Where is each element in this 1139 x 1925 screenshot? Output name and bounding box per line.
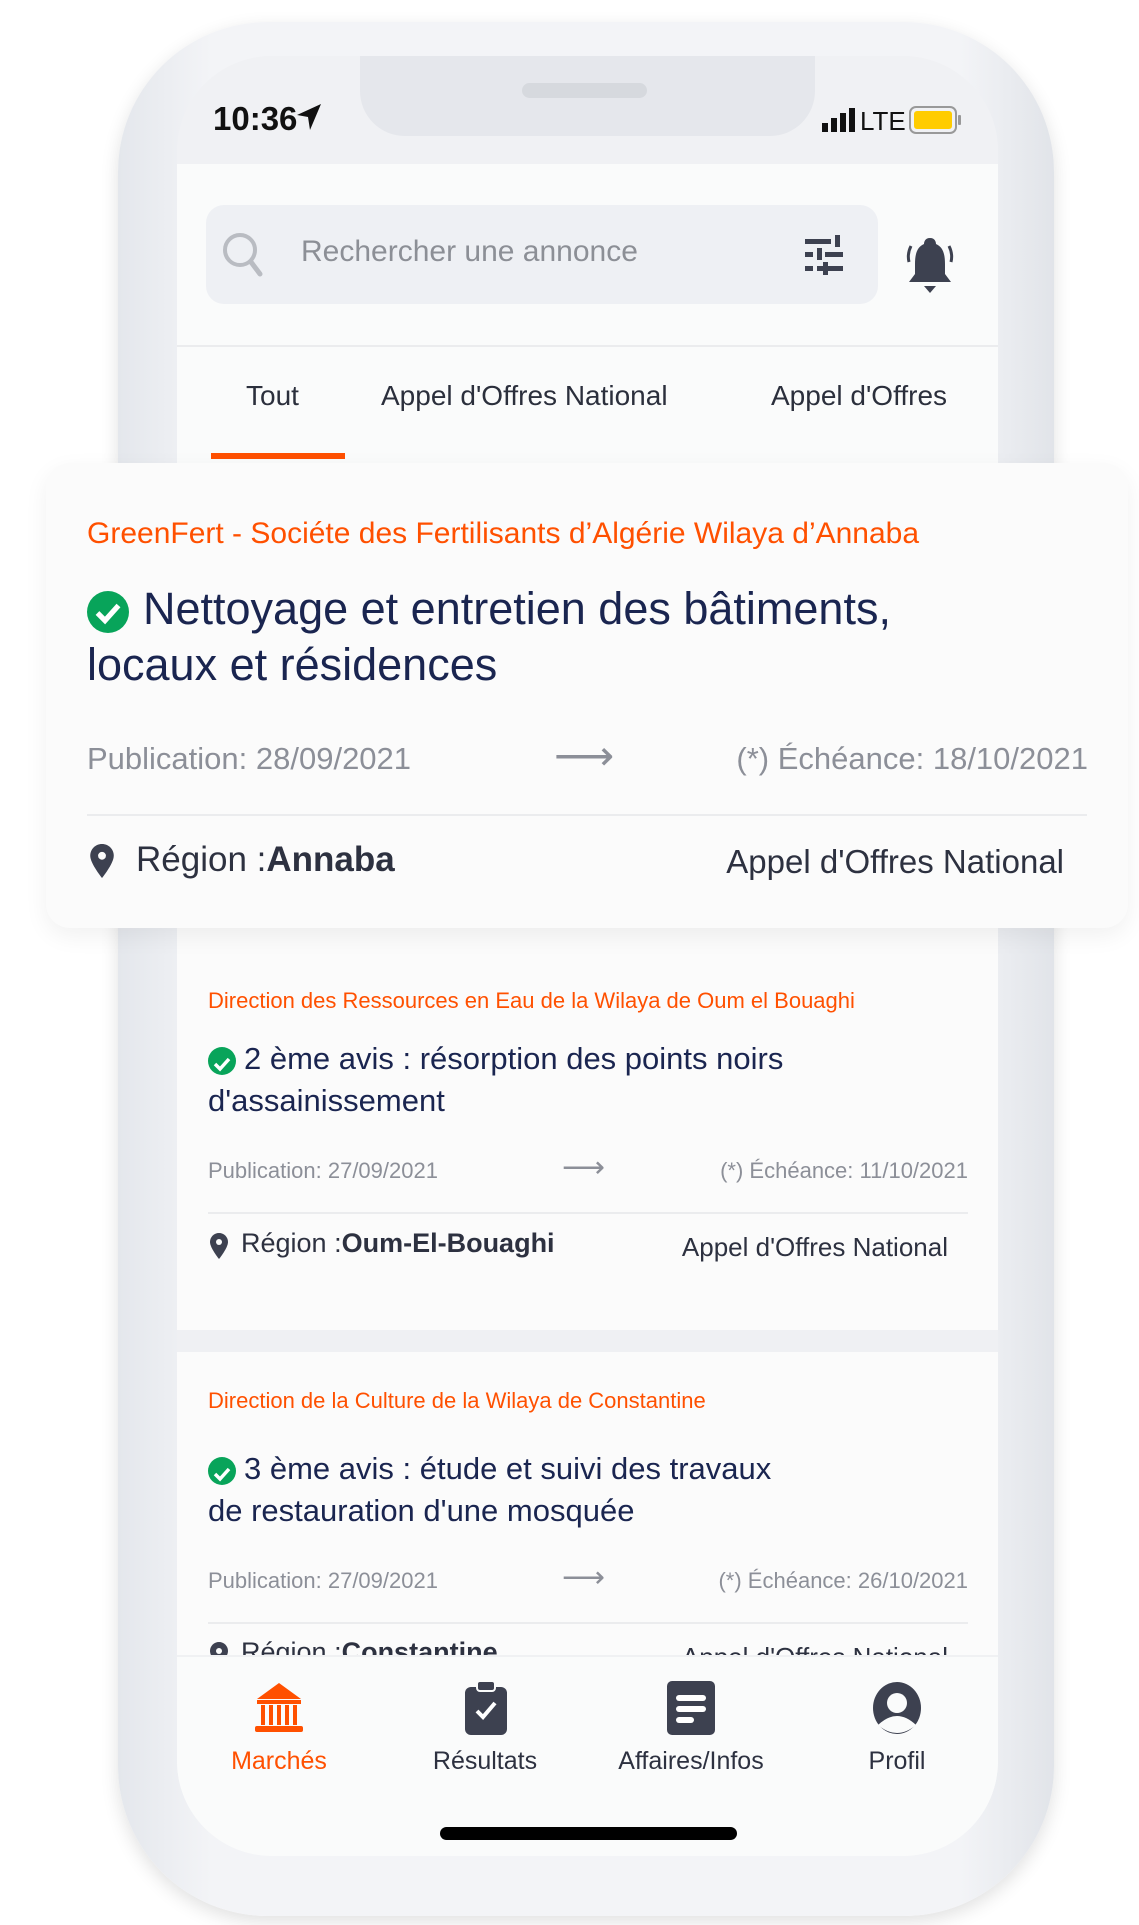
location-pin-icon: [210, 1233, 228, 1259]
phone-speaker: [522, 83, 647, 98]
listing-region: Région :Annaba: [136, 840, 395, 879]
phone-screen: 10:36 LTE Rechercher une annonce Tout Ap…: [177, 56, 998, 1856]
search-icon: [223, 233, 263, 277]
arrow-right-icon: ⟶: [554, 732, 615, 779]
status-time: 10:36: [213, 100, 298, 137]
listing-org: Direction des Ressources en Eau de la Wi…: [208, 988, 855, 1013]
listing-title: 3 ème avis : étude et suivi des travaux d…: [208, 1451, 772, 1528]
listing-title: Nettoyage et entretien des bâtiments, loc…: [87, 583, 891, 690]
search-placeholder: Rechercher une annonce: [301, 235, 638, 268]
nav-label: Marchés: [231, 1747, 327, 1775]
deadline-date: (*) Échéance: 26/10/2021: [718, 1568, 968, 1593]
filter-icon[interactable]: [805, 235, 843, 275]
user-icon: [873, 1682, 921, 1734]
nav-label: Profil: [868, 1747, 926, 1775]
nav-affaires-infos[interactable]: Affaires/Infos: [591, 1677, 791, 1787]
listing-card[interactable]: Direction des Ressources en Eau de la Wi…: [177, 928, 998, 1330]
verified-check-icon: [208, 1456, 236, 1485]
card-separator: [177, 1330, 998, 1352]
bottom-nav: Marchés Résultats Affaires/Infos Profil: [177, 1655, 998, 1856]
listing-org: Direction de la Culture de la Wilaya de …: [208, 1388, 706, 1413]
header-divider: [177, 345, 998, 347]
nav-marches[interactable]: Marchés: [179, 1677, 379, 1787]
arrow-right-icon: ⟶: [562, 1151, 606, 1184]
active-tab-indicator: [211, 453, 345, 459]
clipboard-check-icon: [465, 1681, 507, 1735]
publication-date: Publication: 28/09/2021: [87, 741, 412, 776]
deadline-date: (*) Échéance: 11/10/2021: [720, 1158, 968, 1183]
signal-icon: [822, 108, 855, 132]
publication-date: Publication: 27/09/2021: [208, 1568, 438, 1593]
notification-bell-icon[interactable]: [905, 236, 955, 294]
listing-org: GreenFert - Sociéte des Fertilisants d’A…: [87, 517, 920, 550]
listing-title: 2 ème avis : résorption des points noirs…: [208, 1041, 784, 1118]
battery-icon: [909, 106, 961, 134]
arrow-right-icon: ⟶: [562, 1561, 606, 1594]
listing-region: Région :Oum-El-Bouaghi: [241, 1228, 555, 1258]
nav-resultats[interactable]: Résultats: [385, 1677, 585, 1787]
verified-check-icon: [87, 591, 129, 634]
publication-date: Publication: 27/09/2021: [208, 1158, 438, 1183]
tab-appel-offres-national[interactable]: Appel d'Offres National: [381, 380, 668, 412]
featured-listing-card[interactable]: GreenFert - Sociéte des Fertilisants d’A…: [46, 463, 1128, 928]
card-divider: [87, 814, 1087, 816]
document-icon: [667, 1681, 715, 1735]
nav-label: Résultats: [432, 1747, 538, 1775]
location-pin-icon: [90, 844, 114, 878]
network-type: LTE: [860, 106, 906, 136]
search-input[interactable]: Rechercher une annonce: [206, 205, 878, 304]
deadline-date: (*) Échéance: 18/10/2021: [736, 741, 1088, 776]
bank-icon: [255, 1683, 303, 1732]
app-content: Rechercher une annonce Tout Appel d'Offr…: [177, 164, 998, 1856]
tab-tout[interactable]: Tout: [246, 380, 299, 412]
verified-check-icon: [208, 1046, 236, 1075]
listing-type: Appel d'Offres National: [681, 1232, 948, 1262]
tab-appel-offres[interactable]: Appel d'Offres: [771, 380, 947, 412]
card-divider: [208, 1622, 968, 1624]
location-arrow-icon: [297, 104, 321, 130]
listing-type: Appel d'Offres National: [726, 843, 1064, 880]
home-indicator: [440, 1827, 737, 1840]
nav-label: Affaires/Infos: [618, 1747, 764, 1775]
nav-profil[interactable]: Profil: [797, 1677, 997, 1787]
card-divider: [208, 1212, 968, 1214]
